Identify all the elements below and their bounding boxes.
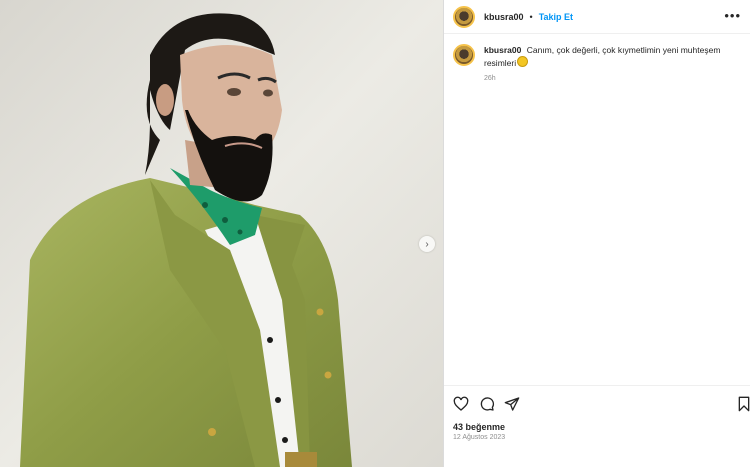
more-options-icon[interactable]: •••: [724, 8, 741, 23]
next-photo-button[interactable]: ›: [419, 236, 435, 252]
post-header: kbusra00 • Takip Et •••: [444, 0, 750, 34]
likes-count[interactable]: 43 beğenme: [453, 422, 505, 432]
caption-time: 26h: [484, 75, 496, 82]
heart-icon[interactable]: [453, 396, 469, 412]
avatar[interactable]: [453, 5, 475, 28]
send-icon[interactable]: [504, 396, 520, 412]
caption-body: kbusra00 Canım, çok değerli, çok kıymetl…: [484, 44, 724, 85]
chevron-right-icon: ›: [425, 238, 429, 250]
action-bar: [444, 385, 750, 426]
portrait-image: [0, 0, 443, 467]
post-detail-panel: kbusra00 • Takip Et ••• kbusra00 Canım, …: [443, 0, 750, 467]
separator-dot: •: [529, 11, 533, 22]
post-date: 12 Ağustos 2023: [453, 434, 506, 441]
caption: kbusra00 Canım, çok değerli, çok kıymetl…: [444, 34, 750, 85]
post-photo: ›: [0, 0, 443, 467]
caption-avatar[interactable]: [453, 44, 475, 66]
bookmark-icon[interactable]: [736, 396, 750, 412]
follow-button[interactable]: Takip Et: [539, 12, 573, 22]
smiley-emoji-icon: [517, 56, 529, 67]
caption-username[interactable]: kbusra00: [484, 45, 521, 55]
comment-icon[interactable]: [479, 396, 495, 412]
header-username[interactable]: kbusra00: [484, 12, 524, 22]
